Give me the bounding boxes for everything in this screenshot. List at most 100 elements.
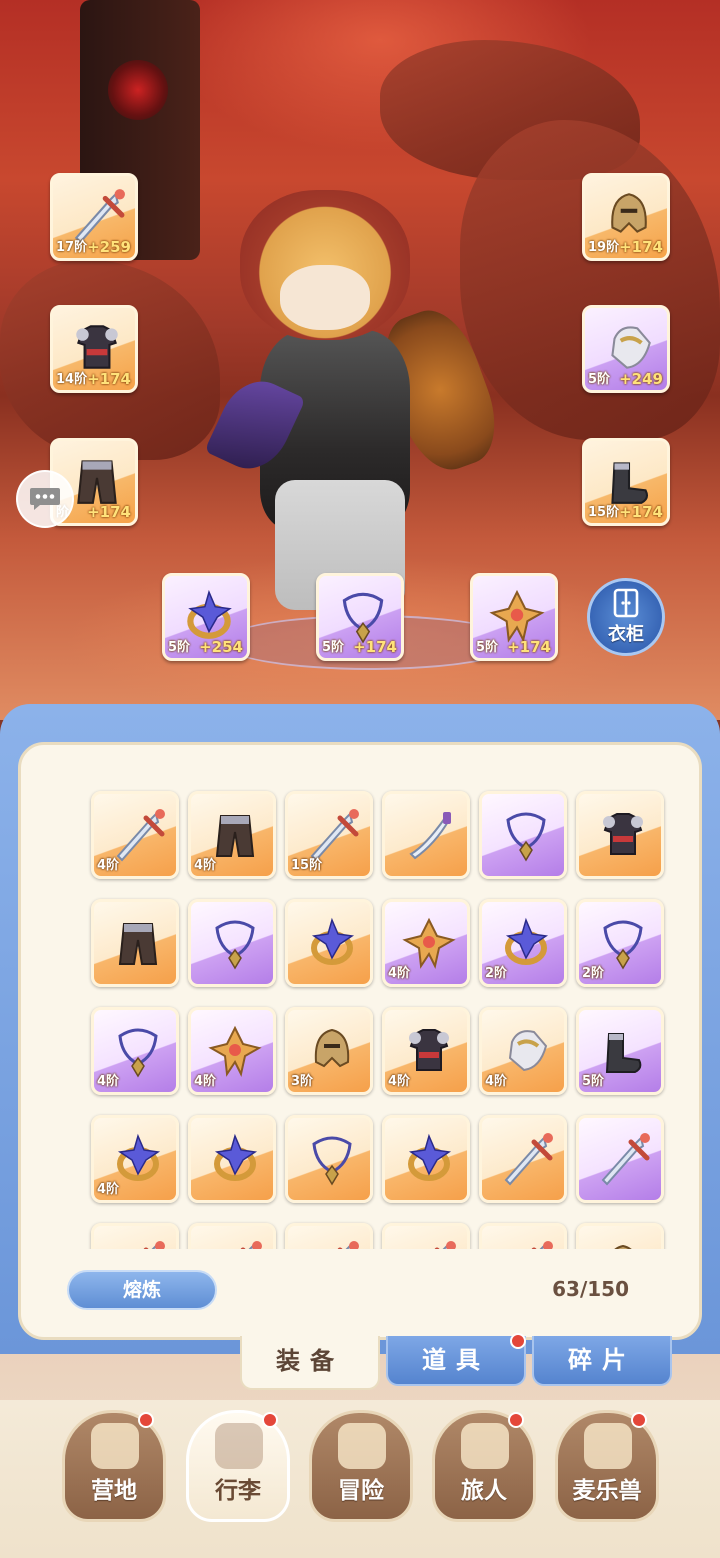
equipped-slot-amulet[interactable]: 5阶 +174 bbox=[470, 573, 558, 661]
item-tier: 4阶 bbox=[97, 1182, 120, 1197]
slot-tier: 5阶 bbox=[322, 640, 345, 655]
bag-item[interactable]: 4阶 bbox=[382, 899, 470, 987]
wardrobe-button[interactable]: 衣柜 bbox=[587, 578, 665, 656]
notification-dot bbox=[508, 1412, 524, 1428]
equipped-slot-gauntlet[interactable]: 5阶 +249 bbox=[582, 305, 670, 393]
bag-item[interactable]: 2阶 bbox=[479, 899, 567, 987]
equipped-slot-weapon[interactable]: 17阶 +259 bbox=[50, 173, 138, 261]
bag-panel: 4阶 4阶 15阶 4阶 2阶 2阶 4阶 4阶 3阶 4阶 4阶 5阶 4阶 熔炼 63/150 bbox=[18, 742, 702, 1340]
tab-fragments[interactable]: 碎片 bbox=[532, 1336, 672, 1386]
chat-icon bbox=[30, 488, 60, 510]
wardrobe-label: 衣柜 bbox=[608, 624, 644, 645]
bag-item[interactable] bbox=[576, 1115, 664, 1203]
bag-item[interactable] bbox=[382, 1115, 470, 1203]
backpack-icon bbox=[215, 1423, 263, 1469]
bag-item[interactable]: 4阶 bbox=[479, 1007, 567, 1095]
item-tier: 5阶 bbox=[582, 1074, 605, 1089]
slot-bonus: +174 bbox=[619, 503, 663, 521]
nav-camp[interactable]: 营地 bbox=[62, 1410, 166, 1522]
tab-equipment[interactable]: 装备 bbox=[240, 1336, 380, 1390]
bag-item[interactable] bbox=[576, 1223, 664, 1249]
slot-bonus: +174 bbox=[87, 503, 131, 521]
sword-icon bbox=[531, 1241, 553, 1249]
pet-icon bbox=[584, 1423, 632, 1469]
slot-bonus: +174 bbox=[353, 638, 397, 656]
bag-capacity: 63/150 bbox=[552, 1277, 629, 1301]
item-tier: 4阶 bbox=[485, 1074, 508, 1089]
bag-grid-viewport[interactable]: 4阶 4阶 15阶 4阶 2阶 2阶 4阶 4阶 3阶 4阶 4阶 5阶 4阶 bbox=[39, 789, 687, 1249]
nav-label: 营地 bbox=[91, 1478, 137, 1504]
sword-icon bbox=[434, 1241, 456, 1249]
bag-item[interactable] bbox=[285, 1223, 373, 1249]
bag-item[interactable] bbox=[576, 791, 664, 879]
bag-item[interactable]: 15阶 bbox=[285, 791, 373, 879]
bag-item[interactable] bbox=[479, 1223, 567, 1249]
chat-button[interactable] bbox=[16, 470, 74, 528]
equipped-slot-armor[interactable]: 14阶 +174 bbox=[50, 305, 138, 393]
notification-dot bbox=[138, 1412, 154, 1428]
notification-dot bbox=[631, 1412, 647, 1428]
bag-item[interactable] bbox=[91, 1223, 179, 1249]
ring-icon bbox=[408, 1133, 452, 1181]
bag-item[interactable]: 4阶 bbox=[188, 791, 276, 879]
smelt-button[interactable]: 熔炼 bbox=[67, 1270, 217, 1310]
helmet-icon bbox=[614, 1244, 632, 1249]
tab-items[interactable]: 道具 bbox=[386, 1336, 526, 1386]
notification-dot bbox=[262, 1412, 278, 1428]
slot-tier: 5阶 bbox=[168, 640, 191, 655]
bag-item[interactable]: 4阶 bbox=[91, 1007, 179, 1095]
nav-label: 行李 bbox=[215, 1478, 261, 1504]
equipped-slot-helmet[interactable]: 19阶 +174 bbox=[582, 173, 670, 261]
bag-item[interactable]: 4阶 bbox=[91, 1115, 179, 1203]
slot-tier: 15阶 bbox=[588, 505, 620, 520]
bag-item[interactable] bbox=[479, 791, 567, 879]
bag-item[interactable] bbox=[382, 791, 470, 879]
bag-item[interactable]: 2阶 bbox=[576, 899, 664, 987]
castle-icon bbox=[91, 1423, 139, 1469]
bag-item[interactable]: 5阶 bbox=[576, 1007, 664, 1095]
bag-item[interactable] bbox=[188, 899, 276, 987]
necklace-icon bbox=[215, 920, 255, 970]
slot-bonus: +174 bbox=[619, 238, 663, 256]
bag-item[interactable] bbox=[479, 1115, 567, 1203]
ring-icon bbox=[214, 1133, 258, 1181]
pillar-eye bbox=[108, 60, 168, 120]
item-tier: 4阶 bbox=[194, 858, 217, 873]
hero-face bbox=[280, 265, 370, 330]
bag-item[interactable] bbox=[91, 899, 179, 987]
equipped-slot-necklace[interactable]: 5阶 +174 bbox=[316, 573, 404, 661]
item-tier: 4阶 bbox=[388, 966, 411, 981]
slot-tier: 14阶 bbox=[56, 372, 88, 387]
nav-label: 冒险 bbox=[338, 1478, 384, 1504]
bag-item[interactable] bbox=[382, 1223, 470, 1249]
bag-item[interactable]: 4阶 bbox=[188, 1007, 276, 1095]
equipped-slot-boots[interactable]: 15阶 +174 bbox=[582, 438, 670, 526]
equipped-slot-ring[interactable]: 5阶 +254 bbox=[162, 573, 250, 661]
bag-item[interactable] bbox=[285, 1115, 373, 1203]
wardrobe-icon bbox=[613, 588, 639, 618]
dagger-icon bbox=[409, 812, 451, 860]
slot-tier: 17阶 bbox=[56, 240, 88, 255]
necklace-icon bbox=[506, 812, 546, 862]
bag-grid: 4阶 4阶 15阶 4阶 2阶 2阶 4阶 4阶 3阶 4阶 4阶 5阶 4阶 bbox=[39, 789, 687, 1249]
bag-item[interactable]: 3阶 bbox=[285, 1007, 373, 1095]
item-tier: 4阶 bbox=[97, 858, 120, 873]
nav-pet[interactable]: 麦乐兽 bbox=[555, 1410, 659, 1522]
necklace-icon bbox=[312, 1136, 352, 1186]
bag-item[interactable] bbox=[188, 1223, 276, 1249]
bag-item[interactable]: 4阶 bbox=[91, 791, 179, 879]
nav-adventure[interactable]: 冒险 bbox=[309, 1410, 413, 1522]
item-tier: 3阶 bbox=[291, 1074, 314, 1089]
bag-item[interactable] bbox=[188, 1115, 276, 1203]
sword-icon bbox=[337, 1241, 359, 1249]
bag-item[interactable] bbox=[285, 899, 373, 987]
nav-label: 旅人 bbox=[461, 1478, 507, 1504]
bag-item[interactable]: 4阶 bbox=[382, 1007, 470, 1095]
slot-tier: 5阶 bbox=[476, 640, 499, 655]
nav-traveler[interactable]: 旅人 bbox=[432, 1410, 536, 1522]
nav-luggage[interactable]: 行李 bbox=[186, 1410, 290, 1522]
pants-icon bbox=[118, 923, 158, 965]
slot-tier: 5阶 bbox=[588, 372, 611, 387]
sword-icon bbox=[601, 1133, 650, 1186]
slot-tier: 19阶 bbox=[588, 240, 620, 255]
